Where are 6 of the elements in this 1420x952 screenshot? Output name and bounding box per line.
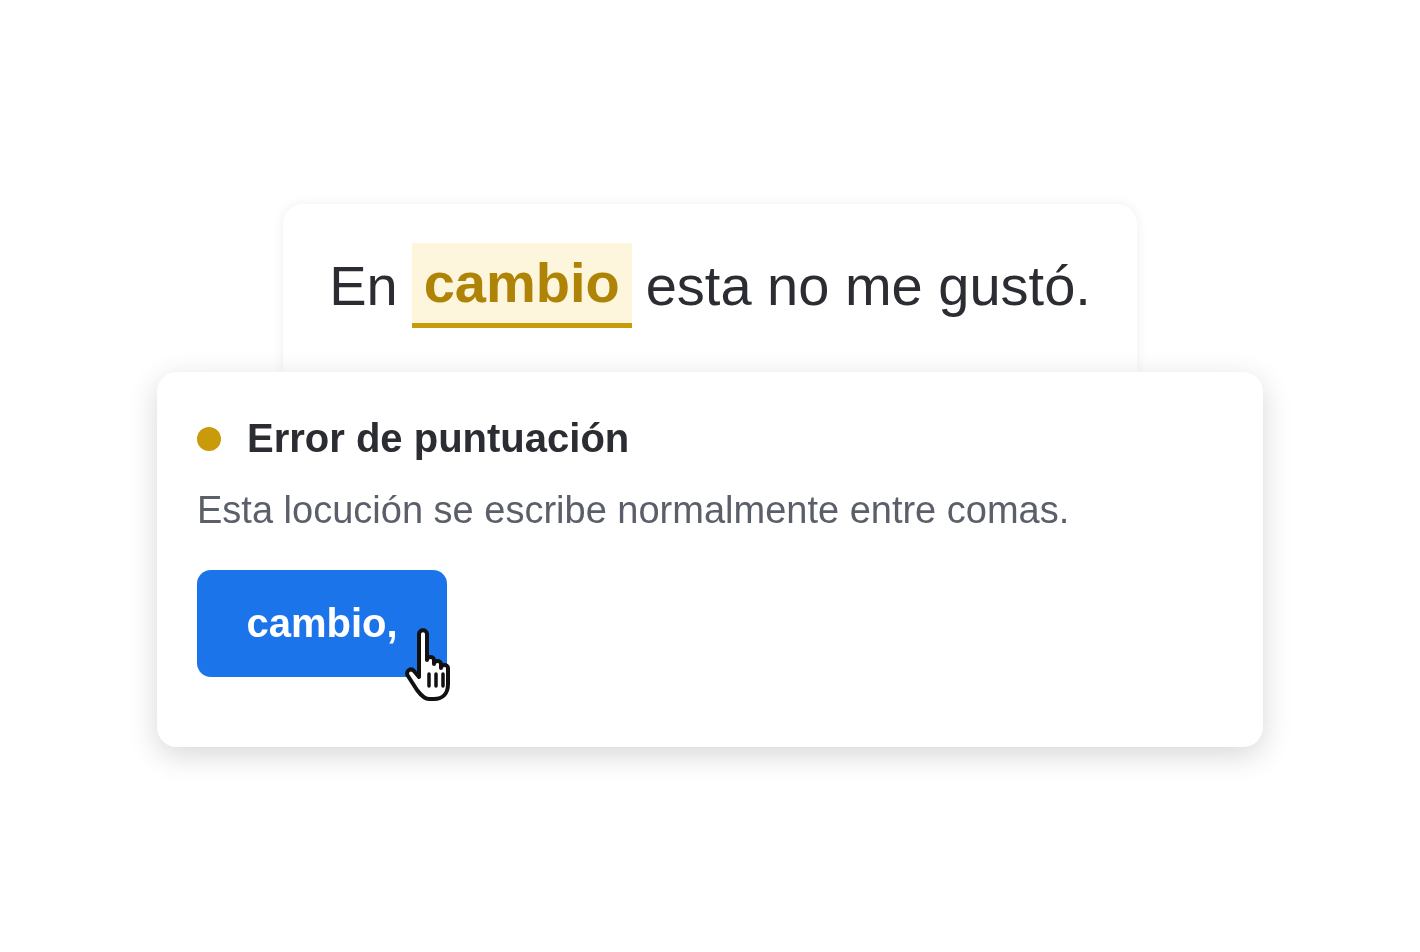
sentence-text: esta no me gustó.: [645, 252, 1091, 318]
error-description: Esta locución se escribe normalmente entre comas.: [197, 489, 1071, 532]
error-title: Error de puntuación: [247, 416, 630, 461]
highlighted-word[interactable]: cambio: [411, 242, 632, 328]
correction-button[interactable]: cambio,: [197, 570, 447, 677]
sentence-text: En: [329, 252, 398, 318]
